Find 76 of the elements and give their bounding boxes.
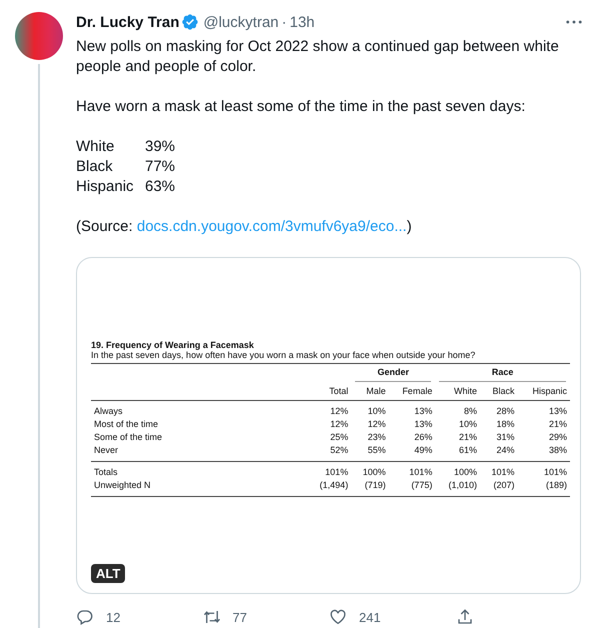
table-cell: 13% <box>414 419 432 429</box>
stat-label: Hispanic <box>76 177 135 197</box>
avatar[interactable] <box>15 12 63 60</box>
table-cell: 101% <box>325 467 348 477</box>
table-cell: (719) <box>364 480 386 490</box>
table-cell: 12% <box>368 419 386 429</box>
user-handle[interactable]: @luckytran <box>203 14 279 30</box>
stat-value: 39% <box>145 137 176 157</box>
stat-label: White <box>76 137 116 157</box>
table-cell: 12% <box>330 406 348 416</box>
table-cell: 29% <box>548 432 567 442</box>
author-name[interactable]: Dr. Lucky Tran <box>76 14 180 30</box>
table-cell: (189) <box>546 480 567 490</box>
table-cell: 13% <box>548 406 567 416</box>
table-cell: 31% <box>496 432 515 442</box>
table-cell: (1,010) <box>448 480 477 490</box>
stat-value: 63% <box>145 177 176 197</box>
alt-badge[interactable]: ALT <box>91 564 126 583</box>
table-cell: (207) <box>494 480 515 490</box>
column-header: Black <box>492 386 515 396</box>
timestamp[interactable]: 13h <box>290 14 315 30</box>
action-count: 241 <box>359 610 381 624</box>
reply-icon[interactable] <box>76 608 94 626</box>
table-cell: 38% <box>548 445 567 455</box>
column-header: Hispanic <box>532 386 567 396</box>
table-cell: 100% <box>362 467 386 477</box>
column-header: White <box>454 386 477 396</box>
table-cell: 101% <box>409 467 432 477</box>
table-cell: 8% <box>464 406 477 416</box>
table-cell: 10% <box>458 419 477 429</box>
table-cell: 18% <box>496 419 515 429</box>
source-text: (Source: docs.cdn.yougov.com/3vmufv6ya9/eco...) <box>76 217 413 237</box>
table-cell: (775) <box>411 480 432 490</box>
table-cell: 28% <box>496 406 515 416</box>
action-count: 77 <box>232 610 247 624</box>
table-cell: 10% <box>368 406 386 416</box>
action-count: 12 <box>106 610 120 624</box>
row-label: Unweighted N <box>94 480 151 490</box>
row-label: Some of the time <box>94 432 162 442</box>
column-group-header: Race <box>439 367 566 382</box>
table-question: In the past seven days, how often have you worn a mask on your face when outside your home? <box>91 350 570 364</box>
table-cell: 24% <box>496 445 515 455</box>
table-cell: 101% <box>492 467 515 477</box>
heart-icon[interactable] <box>329 608 347 626</box>
retweet-icon[interactable] <box>202 608 220 626</box>
table-cell: 49% <box>414 445 432 455</box>
share-icon[interactable] <box>456 608 474 626</box>
table-cell: 101% <box>544 467 567 477</box>
table-cell: 23% <box>368 432 386 442</box>
table-cell: (1,494) <box>320 480 348 490</box>
table-cell: 52% <box>330 445 348 455</box>
row-label: Never <box>94 445 118 455</box>
table-cell: 55% <box>368 445 386 455</box>
row-label: Always <box>94 406 123 416</box>
table-cell: 25% <box>330 432 348 442</box>
table-cell: 12% <box>330 419 348 429</box>
more-icon[interactable] <box>566 20 582 24</box>
stat-label: Black <box>76 157 114 177</box>
tweet-text: Have worn a mask at least some of the time in the past seven days: <box>76 97 526 117</box>
table-cell: 21% <box>458 432 477 442</box>
column-header: Female <box>402 386 432 396</box>
table-cell: 61% <box>458 445 477 455</box>
table-title: 19. Frequency of Wearing a Facemask <box>91 340 255 350</box>
tweet-text: New polls on masking for Oct 2022 show a continued gap between white people and people of color. <box>76 37 560 77</box>
row-label: Most of the time <box>94 419 158 429</box>
table-cell: 21% <box>548 419 567 429</box>
table-cell: 26% <box>414 432 432 442</box>
column-header: Total <box>329 386 348 396</box>
separator-dot: · <box>282 14 287 30</box>
table-cell: 100% <box>454 467 477 477</box>
row-label: Totals <box>94 467 118 477</box>
column-header: Male <box>366 386 386 396</box>
column-group-header: Gender <box>355 367 432 382</box>
image-card[interactable] <box>76 257 581 594</box>
table-cell: 13% <box>414 406 432 416</box>
stat-value: 77% <box>145 157 176 177</box>
